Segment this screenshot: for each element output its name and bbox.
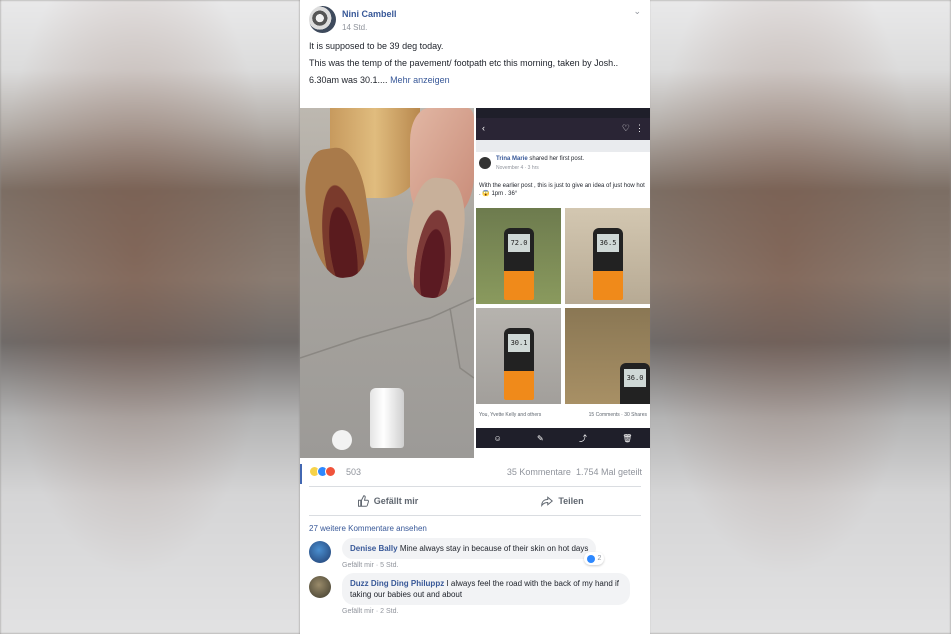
thermometer: 30.1 xyxy=(504,328,534,400)
heart-icon: ♡ xyxy=(621,123,630,133)
chevron-down-icon[interactable]: ⌄ xyxy=(633,6,641,17)
post-line-3: 6.30am was 30.1.... Mehr anzeigen xyxy=(309,74,641,86)
comment-meta: Gefällt mir · 5 Std. xyxy=(342,562,399,569)
shared-reactions: You, Yvette Kelly and others xyxy=(479,412,542,418)
post-time[interactable]: 14 Std. xyxy=(342,23,367,32)
view-more-comments-link[interactable]: 27 weitere Kommentare ansehen xyxy=(300,518,650,538)
phone-status-bar xyxy=(476,108,650,118)
shared-action: shared her first post. xyxy=(529,156,585,162)
bottle xyxy=(370,388,404,448)
post-line-2: This was the temp of the pavement/ footp… xyxy=(309,58,619,68)
share-arrow-icon xyxy=(541,496,554,507)
shared-avatar xyxy=(479,157,491,169)
commenter-name[interactable]: Denise Bally xyxy=(350,544,398,553)
comment-text: Mine always stay in because of their ski… xyxy=(399,544,589,553)
phone-nav-bar: ‹ ♡ ⋮ xyxy=(476,118,650,140)
back-arrow-icon: ‹ xyxy=(482,123,485,133)
commenter-avatar[interactable] xyxy=(309,576,331,598)
thermometer-photo-2: 36.5 xyxy=(565,208,650,304)
dog-paws-photo[interactable] xyxy=(300,108,474,458)
post-line-1: It is supposed to be 39 deg today. xyxy=(309,41,444,51)
phone-bottom-bar: ☺ ✎ ⤴ 🗑 xyxy=(476,428,650,448)
thermometer-photo-4: 36.0 xyxy=(565,308,650,404)
comment: Denise Bally Mine always stay in because… xyxy=(300,538,650,569)
thermometer: 72.0 xyxy=(504,228,534,300)
post-actions: Gefällt mir Teilen xyxy=(300,488,650,514)
comment-bubble: Duzz Ding Ding Philuppz I always feel th… xyxy=(342,573,630,605)
shared-name: Trina Marie xyxy=(496,156,528,162)
share-label: Teilen xyxy=(558,496,584,506)
thermometer-reading: 72.0 xyxy=(508,234,530,252)
comment: Duzz Ding Ding Philuppz I always feel th… xyxy=(300,573,650,615)
thermometer-photo-1: 72.0 xyxy=(476,208,561,304)
post-text: It is supposed to be 39 deg today. This … xyxy=(300,38,650,86)
comment-time[interactable]: 5 Std. xyxy=(380,562,398,569)
comment-time[interactable]: 2 Std. xyxy=(380,608,398,615)
comments-shares-count: 35 Kommentare 1.754 Mal geteilt xyxy=(507,467,642,477)
post-header: Nini Cambell 14 Std. ⌄ xyxy=(300,0,650,38)
divider xyxy=(309,515,641,516)
author-name[interactable]: Nini Cambell xyxy=(342,9,397,19)
comments-section: 27 weitere Kommentare ansehen Denise Bal… xyxy=(300,518,650,619)
shared-reactions-row: You, Yvette Kelly and others 15 Comments… xyxy=(476,404,650,428)
phone-gap xyxy=(476,140,650,152)
shared-title: Trina Marie shared her first post. xyxy=(496,156,584,162)
see-more-link[interactable]: Mehr anzeigen xyxy=(390,75,450,85)
thermometer-reading: 36.0 xyxy=(624,369,646,387)
thermometer-reading: 36.5 xyxy=(597,234,619,252)
shared-comments-count: 15 Comments · 30 Shares xyxy=(588,412,647,418)
like-reaction-icon xyxy=(587,554,596,563)
angry-reaction-icon xyxy=(325,466,336,477)
thermometer: 36.5 xyxy=(593,228,623,300)
thermometer-photo-3: 30.1 xyxy=(476,308,561,404)
shared-post-screenshot[interactable]: ‹ ♡ ⋮ Trina Marie shared her first post.… xyxy=(476,108,650,458)
comment-like-link[interactable]: Gefällt mir xyxy=(342,608,374,615)
author-avatar[interactable] xyxy=(309,6,336,33)
bottle-cap xyxy=(332,430,352,450)
comment-reaction-count: 2 xyxy=(597,555,602,562)
reaction-icon: ☺ xyxy=(493,433,502,443)
shared-text: With the earlier post , this is just to … xyxy=(479,183,645,197)
share-icon: ⤴ xyxy=(578,433,587,443)
shared-header: Trina Marie shared her first post. Novem… xyxy=(476,152,650,178)
background-right xyxy=(649,0,951,634)
thermometer-grid: 72.0 36.5 30.1 36.0 xyxy=(476,208,650,404)
delete-icon: 🗑 xyxy=(622,433,633,443)
thumbs-up-icon xyxy=(357,495,369,507)
comment-meta: Gefällt mir · 2 Std. xyxy=(342,608,399,615)
comments-count[interactable]: 35 Kommentare xyxy=(507,467,571,477)
thermometer-reading: 30.1 xyxy=(508,334,530,352)
shares-count[interactable]: 1.754 Mal geteilt xyxy=(576,467,642,477)
comment-icon: ✎ xyxy=(537,433,544,443)
commenter-avatar[interactable] xyxy=(309,541,331,563)
more-icon: ⋮ xyxy=(635,123,644,133)
like-label: Gefällt mir xyxy=(373,496,419,506)
comment-bubble: Denise Bally Mine always stay in because… xyxy=(342,538,605,565)
post-media: ‹ ♡ ⋮ Trina Marie shared her first post.… xyxy=(300,108,650,458)
reaction-icons[interactable] xyxy=(309,466,336,477)
divider xyxy=(309,486,641,487)
commenter-name[interactable]: Duzz Ding Ding Philuppz xyxy=(350,579,444,588)
background-left xyxy=(0,0,300,634)
share-button[interactable]: Teilen xyxy=(475,488,650,514)
post-line-3-text: 6.30am was 30.1.... xyxy=(309,75,388,85)
facebook-post: Nini Cambell 14 Std. ⌄ It is supposed to… xyxy=(300,0,650,634)
like-button[interactable]: Gefällt mir xyxy=(300,488,475,514)
comment-like-link[interactable]: Gefällt mir xyxy=(342,562,374,569)
reactions-count[interactable]: 503 xyxy=(346,467,361,477)
post-stats: 503 35 Kommentare 1.754 Mal geteilt xyxy=(300,460,650,484)
shared-sub: November 4 · 3 hrs xyxy=(496,165,539,171)
stats-accent-bar xyxy=(300,464,302,484)
thermometer: 36.0 xyxy=(620,363,650,404)
comment-reactions[interactable]: 2 xyxy=(584,552,605,565)
